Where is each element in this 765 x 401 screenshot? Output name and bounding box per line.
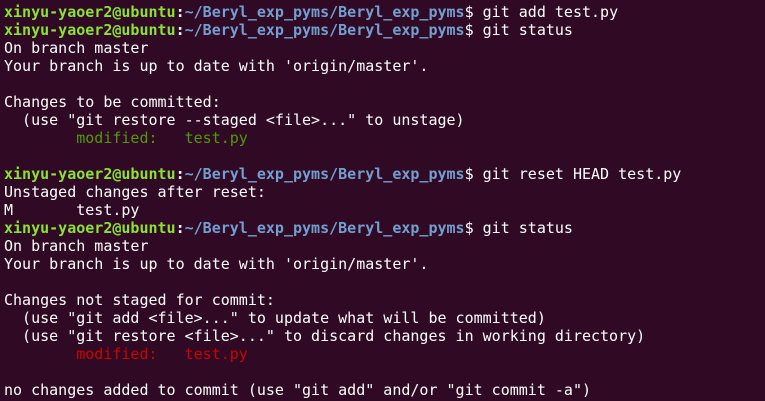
prompt-symbol: $ bbox=[464, 219, 483, 237]
prompt-line: xinyu-yaoer2@ubuntu:~/Beryl_exp_pyms/Ber… bbox=[4, 165, 765, 183]
output-text: Your branch is up to date with 'origin/m… bbox=[4, 255, 429, 273]
output-text: no changes added to commit (use "git add… bbox=[4, 381, 591, 399]
prompt-separator: : bbox=[175, 165, 185, 183]
output-text: On branch master bbox=[4, 237, 149, 255]
command-text: git add test.py bbox=[482, 3, 619, 21]
output-line: (use "git restore <file>..." to discard … bbox=[4, 327, 765, 345]
output-line: Your branch is up to date with 'origin/m… bbox=[4, 57, 765, 75]
command-text: git status bbox=[482, 21, 573, 39]
unstaged-file-line: modified: test.py bbox=[4, 345, 765, 363]
prompt-path: ~/Beryl_exp_pyms/Beryl_exp_pyms bbox=[184, 165, 465, 183]
prompt-line: xinyu-yaoer2@ubuntu:~/Beryl_exp_pyms/Ber… bbox=[4, 3, 765, 21]
prompt-user-host: xinyu-yaoer2@ubuntu bbox=[4, 219, 176, 237]
output-text: modified: test.py bbox=[4, 129, 248, 147]
output-line: Changes to be committed: bbox=[4, 93, 765, 111]
staged-file-line: modified: test.py bbox=[4, 129, 765, 147]
command-text: git status bbox=[482, 219, 573, 237]
output-text: On branch master bbox=[4, 39, 149, 57]
output-line: Changes not staged for commit: bbox=[4, 291, 765, 309]
output-line: Your branch is up to date with 'origin/m… bbox=[4, 255, 765, 273]
prompt-line: xinyu-yaoer2@ubuntu:~/Beryl_exp_pyms/Ber… bbox=[4, 21, 765, 39]
prompt-separator: : bbox=[175, 219, 185, 237]
output-line: Unstaged changes after reset: bbox=[4, 183, 765, 201]
output-line: no changes added to commit (use "git add… bbox=[4, 381, 765, 399]
output-text: (use "git add <file>..." to update what … bbox=[4, 309, 546, 327]
output-line: On branch master bbox=[4, 237, 765, 255]
prompt-symbol: $ bbox=[464, 165, 483, 183]
prompt-path: ~/Beryl_exp_pyms/Beryl_exp_pyms bbox=[184, 21, 465, 39]
prompt-user-host: xinyu-yaoer2@ubuntu bbox=[4, 21, 176, 39]
output-text: Your branch is up to date with 'origin/m… bbox=[4, 57, 429, 75]
prompt-separator: : bbox=[175, 3, 185, 21]
terminal-window[interactable]: xinyu-yaoer2@ubuntu:~/Beryl_exp_pyms/Ber… bbox=[0, 0, 765, 401]
output-text: modified: test.py bbox=[4, 345, 248, 363]
output-line: (use "git restore --staged <file>..." to… bbox=[4, 111, 765, 129]
prompt-path: ~/Beryl_exp_pyms/Beryl_exp_pyms bbox=[184, 219, 465, 237]
prompt-symbol: $ bbox=[464, 21, 483, 39]
output-text: (use "git restore --staged <file>..." to… bbox=[4, 111, 465, 129]
output-text: M test.py bbox=[4, 201, 140, 219]
prompt-line: xinyu-yaoer2@ubuntu:~/Beryl_exp_pyms/Ber… bbox=[4, 219, 765, 237]
command-text: git reset HEAD test.py bbox=[482, 165, 682, 183]
output-line: (use "git add <file>..." to update what … bbox=[4, 309, 765, 327]
prompt-path: ~/Beryl_exp_pyms/Beryl_exp_pyms bbox=[184, 3, 465, 21]
output-text: Unstaged changes after reset: bbox=[4, 183, 266, 201]
prompt-separator: : bbox=[175, 21, 185, 39]
prompt-user-host: xinyu-yaoer2@ubuntu bbox=[4, 165, 176, 183]
output-line: M test.py bbox=[4, 201, 765, 219]
output-line: On branch master bbox=[4, 39, 765, 57]
output-text: (use "git restore <file>..." to discard … bbox=[4, 327, 646, 345]
output-text: Changes not staged for commit: bbox=[4, 291, 275, 309]
output-text: Changes to be committed: bbox=[4, 93, 221, 111]
prompt-user-host: xinyu-yaoer2@ubuntu bbox=[4, 3, 176, 21]
prompt-symbol: $ bbox=[464, 3, 483, 21]
